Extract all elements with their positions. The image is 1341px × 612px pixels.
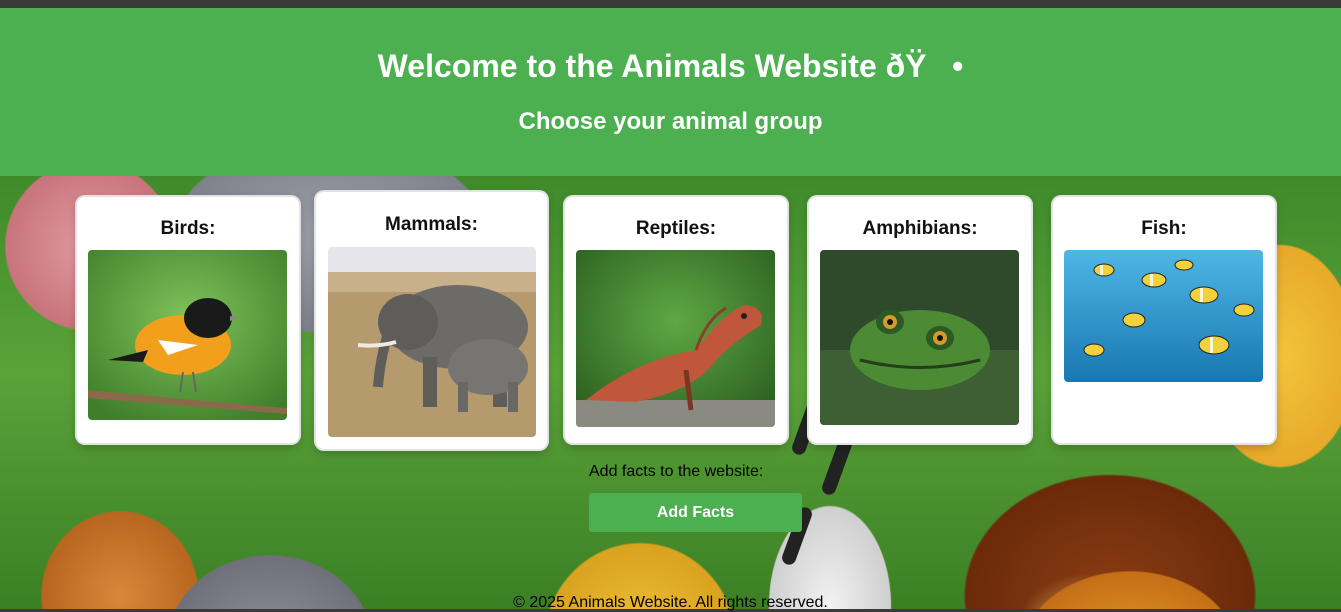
zebra-stripe	[820, 435, 854, 497]
group-card-reptiles[interactable]: Reptiles:	[565, 197, 787, 443]
page-title: Welcome to the Animals Website ðŸ•	[377, 48, 964, 84]
group-card-amphibians[interactable]: Amphibians:	[809, 197, 1031, 443]
elephant-photo[interactable]	[328, 247, 536, 437]
site-header: Welcome to the Animals Website ðŸ• Choo…	[0, 8, 1341, 176]
add-facts-label: Add facts to the website:	[589, 463, 764, 480]
footer-copyright: © 2025 Animals Website. All rights reser…	[513, 594, 828, 611]
group-card-mammals[interactable]: Mammals:	[316, 192, 547, 449]
top-bar	[0, 0, 1341, 8]
lizard-photo[interactable]	[576, 250, 775, 427]
fish-photo[interactable]	[1064, 250, 1263, 382]
group-card-fish[interactable]: Fish:	[1053, 197, 1275, 443]
frog-photo[interactable]	[820, 250, 1019, 425]
group-card-birds[interactable]: Birds:	[77, 197, 299, 443]
add-facts-button[interactable]: Add Facts	[589, 493, 802, 532]
bird-photo[interactable]	[88, 250, 287, 420]
group-title: Mammals:	[385, 214, 478, 235]
group-title: Birds:	[160, 218, 216, 239]
group-title: Amphibians:	[862, 218, 978, 239]
group-title: Fish:	[1141, 218, 1187, 239]
page-subtitle: Choose your animal group	[518, 108, 823, 135]
group-title: Reptiles:	[635, 218, 717, 239]
